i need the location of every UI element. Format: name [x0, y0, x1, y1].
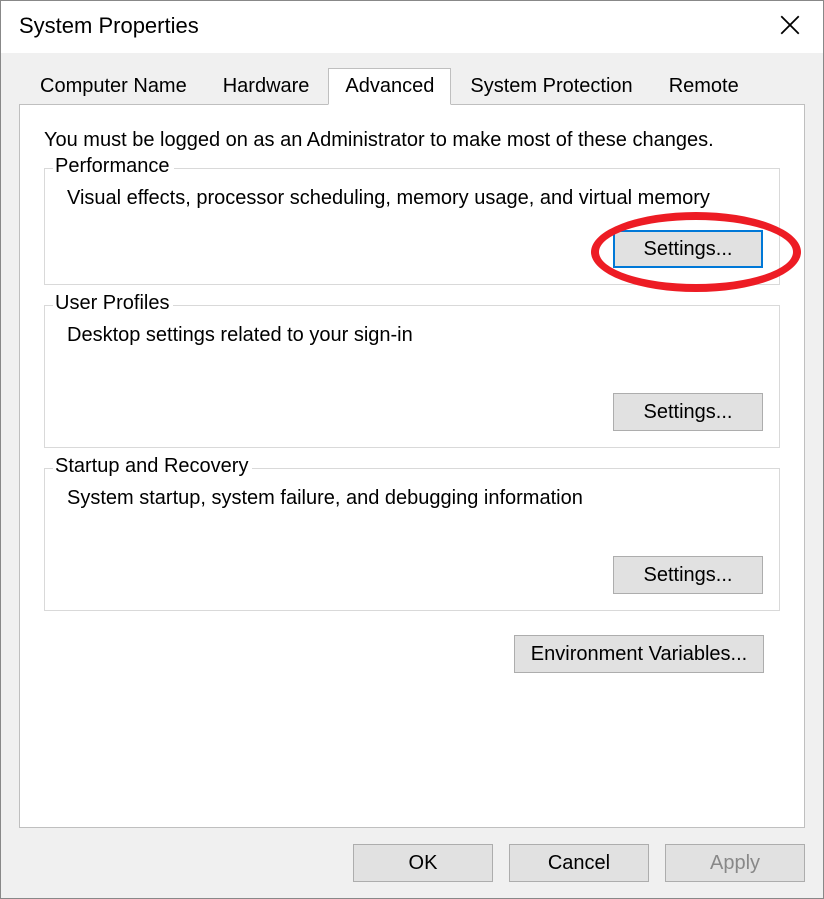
dialog-button-row: OK Cancel Apply [19, 828, 805, 882]
group-startup-recovery: Startup and Recovery System startup, sys… [44, 468, 780, 611]
tab-panel-advanced: You must be logged on as an Administrato… [19, 104, 805, 828]
group-startup-recovery-legend: Startup and Recovery [53, 455, 252, 478]
tab-advanced[interactable]: Advanced [328, 68, 451, 105]
client-area: Computer Name Hardware Advanced System P… [1, 53, 823, 898]
cancel-button[interactable]: Cancel [509, 844, 649, 882]
user-profiles-settings-button[interactable]: Settings... [613, 393, 763, 431]
startup-recovery-settings-button[interactable]: Settings... [613, 556, 763, 594]
system-properties-window: System Properties Computer Name Hardware… [0, 0, 824, 899]
close-icon [780, 15, 800, 35]
performance-settings-button[interactable]: Settings... [613, 230, 763, 268]
window-title: System Properties [19, 9, 199, 39]
group-startup-recovery-desc: System startup, system failure, and debu… [67, 485, 763, 512]
close-button[interactable] [767, 9, 813, 41]
group-performance-desc: Visual effects, processor scheduling, me… [67, 185, 763, 212]
tab-system-protection[interactable]: System Protection [453, 68, 649, 104]
group-user-profiles-legend: User Profiles [53, 292, 173, 315]
group-performance-legend: Performance [53, 155, 174, 178]
environment-variables-button[interactable]: Environment Variables... [514, 635, 764, 673]
title-bar: System Properties [1, 1, 823, 53]
tab-strip: Computer Name Hardware Advanced System P… [19, 67, 805, 104]
apply-button[interactable]: Apply [665, 844, 805, 882]
group-user-profiles: User Profiles Desktop settings related t… [44, 305, 780, 448]
group-performance: Performance Visual effects, processor sc… [44, 168, 780, 285]
tab-remote[interactable]: Remote [652, 68, 756, 104]
tab-computer-name[interactable]: Computer Name [23, 68, 204, 104]
tab-hardware[interactable]: Hardware [206, 68, 327, 104]
ok-button[interactable]: OK [353, 844, 493, 882]
group-user-profiles-desc: Desktop settings related to your sign-in [67, 322, 763, 349]
intro-text: You must be logged on as an Administrato… [44, 129, 780, 152]
